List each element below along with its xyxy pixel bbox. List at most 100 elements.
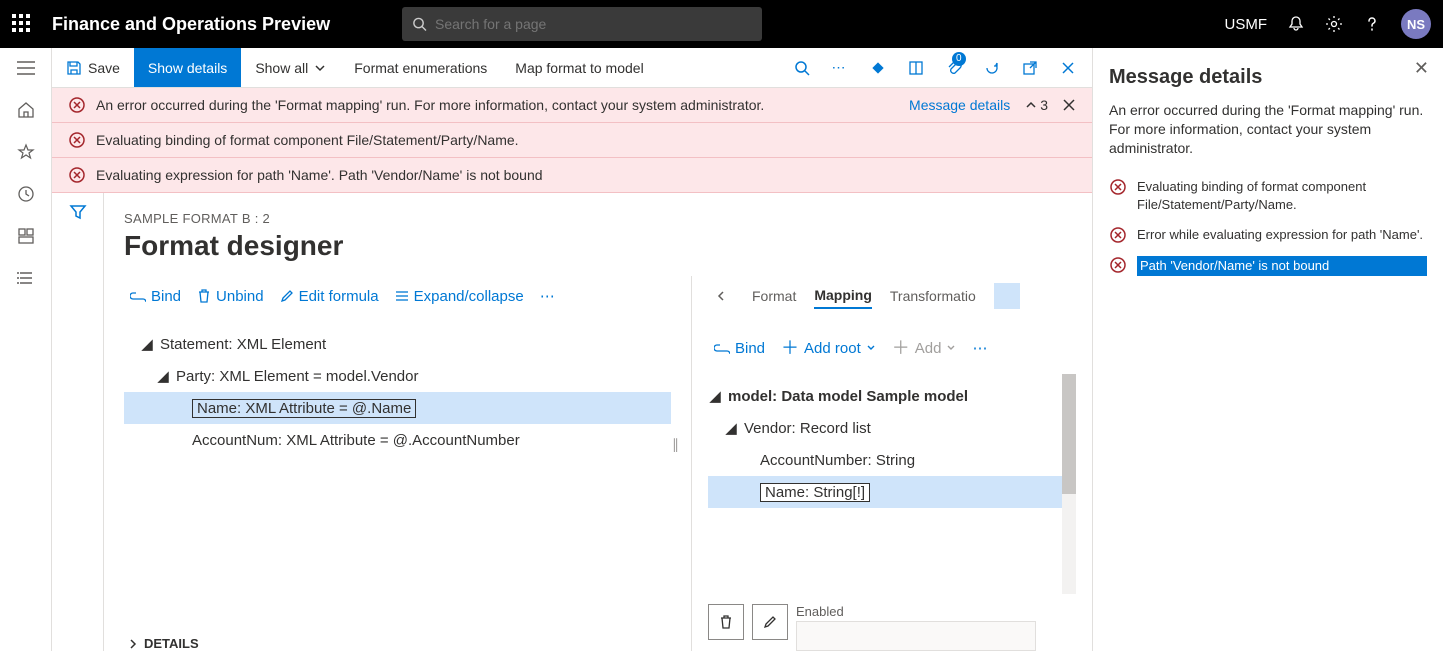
pencil-icon bbox=[762, 614, 778, 630]
page-title: Format designer bbox=[104, 226, 1092, 276]
error-icon bbox=[1109, 178, 1127, 196]
edit-formula-button[interactable]: Edit formula bbox=[274, 284, 385, 309]
bind-button[interactable]: Bind bbox=[124, 284, 187, 309]
trash-icon bbox=[197, 289, 211, 303]
details-section-toggle[interactable]: DETAILS bbox=[124, 626, 671, 651]
top-bar: Finance and Operations Preview USMF NS bbox=[0, 0, 1443, 48]
format-tree-pane: Bind Unbind Edit formula Expand/collapse… bbox=[104, 276, 692, 651]
error-banner-1: An error occurred during the 'Format map… bbox=[52, 88, 1092, 123]
refresh-icon[interactable] bbox=[974, 48, 1010, 88]
nav-workspaces-icon[interactable] bbox=[16, 226, 36, 246]
nav-home-icon[interactable] bbox=[16, 100, 36, 120]
collapse-icon[interactable]: ◢ bbox=[156, 367, 170, 385]
nav-hamburger-icon[interactable] bbox=[16, 58, 36, 78]
pane-splitter-icon[interactable]: ∥ bbox=[672, 436, 679, 453]
error-banner-3: Evaluating expression for path 'Name'. P… bbox=[52, 158, 1092, 193]
tabs-next-icon[interactable] bbox=[994, 283, 1020, 309]
collapse-icon[interactable]: ◢ bbox=[708, 387, 722, 405]
error-icon bbox=[1109, 256, 1127, 274]
delete-button[interactable] bbox=[708, 604, 744, 640]
notifications-icon[interactable] bbox=[1287, 15, 1305, 33]
message-item-text: Error while evaluating expression for pa… bbox=[1137, 226, 1427, 244]
nav-rail bbox=[0, 48, 52, 651]
banner-2-text: Evaluating binding of format component F… bbox=[96, 132, 519, 148]
tree-row[interactable]: AccountNum: XML Attribute = @.AccountNum… bbox=[124, 424, 671, 456]
tree-row[interactable]: AccountNumber: String bbox=[708, 444, 1062, 476]
show-all-label: Show all bbox=[255, 60, 308, 76]
nav-favorites-icon[interactable] bbox=[16, 142, 36, 162]
attachments-icon[interactable]: 0 bbox=[936, 48, 972, 88]
add-root-button[interactable]: ＋Add root bbox=[775, 336, 882, 361]
nav-recent-icon[interactable] bbox=[16, 184, 36, 204]
panel-title: Message details bbox=[1109, 66, 1427, 89]
tree-row[interactable]: ◢model: Data model Sample model bbox=[708, 380, 1062, 412]
global-search[interactable] bbox=[402, 7, 762, 41]
expand-collapse-button[interactable]: Expand/collapse bbox=[389, 284, 530, 309]
save-button[interactable]: Save bbox=[52, 48, 134, 87]
close-panel-icon[interactable]: ✕ bbox=[1414, 58, 1429, 79]
message-item-selected[interactable]: Path 'Vendor/Name' is not bound bbox=[1109, 250, 1427, 282]
banner-3-text: Evaluating expression for path 'Name'. P… bbox=[96, 167, 543, 183]
collapse-banners-button[interactable]: 3 bbox=[1024, 97, 1048, 113]
message-item[interactable]: Error while evaluating expression for pa… bbox=[1109, 220, 1427, 250]
message-item[interactable]: Evaluating binding of format component F… bbox=[1109, 172, 1427, 220]
mapping-tabs: Format Mapping Transformatio bbox=[708, 276, 1076, 316]
unbind-button[interactable]: Unbind bbox=[191, 284, 270, 309]
right-overflow-icon[interactable]: ⋯ bbox=[966, 335, 996, 361]
show-details-label: Show details bbox=[148, 60, 227, 76]
error-icon bbox=[68, 166, 86, 184]
error-icon bbox=[1109, 226, 1127, 244]
designer-body: SAMPLE FORMAT B : 2 Format designer Bind… bbox=[52, 193, 1092, 651]
tree-row-selected[interactable]: Name: XML Attribute = @.Name bbox=[124, 392, 671, 424]
error-icon bbox=[68, 131, 86, 149]
tree-row-highlight[interactable]: Name: String[!] bbox=[708, 476, 1062, 508]
help-icon[interactable] bbox=[1363, 15, 1381, 33]
overflow-menu-icon[interactable]: ⋯ bbox=[822, 48, 858, 88]
error-icon bbox=[68, 96, 86, 114]
collapse-icon[interactable]: ◢ bbox=[724, 419, 738, 437]
edit-button[interactable] bbox=[752, 604, 788, 640]
settings-icon[interactable] bbox=[1325, 15, 1343, 33]
action-search-icon[interactable] bbox=[784, 48, 820, 88]
tab-mapping[interactable]: Mapping bbox=[814, 283, 872, 309]
close-banner-icon[interactable] bbox=[1062, 98, 1076, 112]
format-enumerations-button[interactable]: Format enumerations bbox=[340, 48, 501, 87]
show-details-button[interactable]: Show details bbox=[134, 48, 241, 87]
popout-icon[interactable] bbox=[1012, 48, 1048, 88]
message-details-link[interactable]: Message details bbox=[909, 97, 1010, 113]
chevron-down-icon bbox=[946, 343, 956, 353]
close-page-icon[interactable] bbox=[1050, 48, 1086, 88]
attach-badge: 0 bbox=[952, 52, 966, 66]
show-all-button[interactable]: Show all bbox=[241, 48, 340, 87]
left-toolbar: Bind Unbind Edit formula Expand/collapse… bbox=[124, 276, 671, 316]
collapse-icon[interactable]: ◢ bbox=[140, 335, 154, 353]
user-avatar[interactable]: NS bbox=[1401, 9, 1431, 39]
trash-icon bbox=[718, 614, 734, 630]
chevron-right-icon bbox=[128, 639, 138, 649]
tab-transformations[interactable]: Transformatio bbox=[890, 284, 976, 308]
diamond-icon[interactable] bbox=[860, 48, 896, 88]
search-input[interactable] bbox=[435, 16, 752, 32]
tabs-prev-icon[interactable] bbox=[708, 283, 734, 309]
tree-row[interactable]: ◢Vendor: Record list bbox=[708, 412, 1062, 444]
tab-format[interactable]: Format bbox=[752, 284, 796, 308]
message-details-panel: ✕ Message details An error occurred duri… bbox=[1093, 48, 1443, 651]
company-picker[interactable]: USMF bbox=[1225, 16, 1268, 33]
format-enum-label: Format enumerations bbox=[354, 60, 487, 76]
filter-column bbox=[52, 193, 104, 651]
tree-row[interactable]: ◢Statement: XML Element bbox=[124, 328, 671, 360]
map-format-button[interactable]: Map format to model bbox=[501, 48, 657, 87]
bind-button[interactable]: Bind bbox=[708, 336, 771, 361]
chevron-down-icon bbox=[314, 62, 326, 74]
enabled-field[interactable] bbox=[796, 621, 1036, 651]
save-label: Save bbox=[88, 60, 120, 76]
mapping-scrollbar[interactable] bbox=[1062, 374, 1076, 594]
page-options-icon[interactable] bbox=[898, 48, 934, 88]
tree-row[interactable]: ◢Party: XML Element = model.Vendor bbox=[124, 360, 671, 392]
app-launcher-icon[interactable] bbox=[12, 14, 32, 34]
left-overflow-icon[interactable]: ⋯ bbox=[534, 283, 564, 309]
filter-icon[interactable] bbox=[69, 203, 87, 651]
list-icon bbox=[395, 289, 409, 303]
enabled-label: Enabled bbox=[796, 604, 1036, 619]
nav-modules-icon[interactable] bbox=[16, 268, 36, 288]
